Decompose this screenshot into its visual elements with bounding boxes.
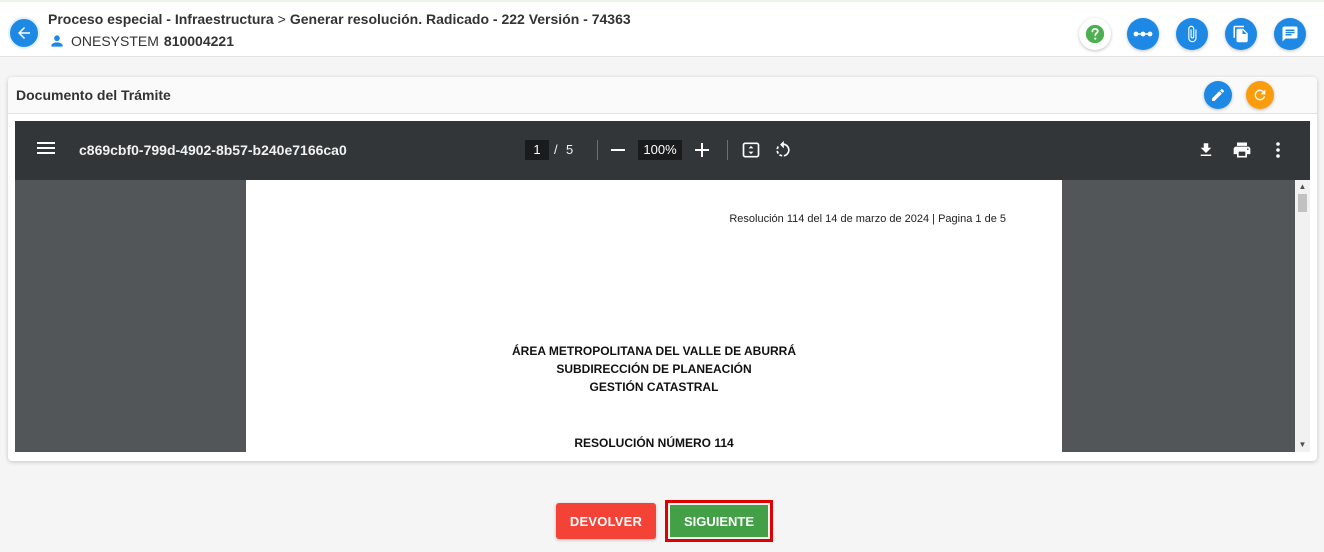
edit-button[interactable]: [1204, 81, 1232, 109]
paperclip-icon: [1183, 25, 1201, 43]
rotate-icon: [773, 140, 793, 160]
more-options-button[interactable]: [1127, 18, 1159, 50]
scroll-thumb[interactable]: [1298, 194, 1307, 212]
breadcrumb-separator: >: [277, 11, 286, 27]
toolbar-divider: [727, 140, 728, 160]
download-button[interactable]: [1195, 139, 1217, 161]
copy-icon: [1232, 25, 1250, 43]
org-line-3: GESTIÓN CATASTRAL: [589, 380, 719, 394]
help-button[interactable]: [1079, 18, 1111, 50]
pdf-toolbar: c869cbf0-799d-4902-8b57-b240e7166ca0 1 /…: [15, 121, 1310, 180]
pdf-page: Resolución 114 del 14 de marzo de 2024 |…: [246, 180, 1062, 452]
toolbar-divider: [597, 140, 598, 160]
more-horizontal-icon: [1132, 29, 1154, 39]
rotate-button[interactable]: [772, 139, 794, 161]
print-button[interactable]: [1231, 139, 1253, 161]
more-vertical-icon: [1275, 141, 1281, 159]
copy-button[interactable]: [1225, 18, 1257, 50]
comment-icon: [1281, 25, 1299, 43]
arrow-left-icon: [15, 24, 33, 42]
breadcrumb: Proceso especial - Infraestructura > Gener…: [48, 11, 631, 27]
panel-header: Documento del Trámite: [8, 77, 1317, 114]
more-actions-button[interactable]: [1267, 139, 1289, 161]
breadcrumb-task: Generar resolución. Radicado - 222 Versi…: [289, 11, 631, 27]
devolver-button[interactable]: DEVOLVER: [556, 503, 656, 539]
user-name: ONESYSTEM: [71, 33, 159, 49]
page-header: Proceso especial - Infraestructura > Gener…: [0, 0, 1324, 57]
pdf-filename: c869cbf0-799d-4902-8b57-b240e7166ca0: [79, 142, 347, 158]
total-pages: 5: [566, 142, 574, 157]
pdf-viewer: c869cbf0-799d-4902-8b57-b240e7166ca0 1 /…: [15, 121, 1310, 452]
fit-page-button[interactable]: [740, 139, 762, 161]
person-icon: [50, 34, 64, 48]
question-icon: [1084, 23, 1106, 45]
page-separator: /: [554, 142, 558, 157]
refresh-icon: [1252, 87, 1268, 103]
org-line-1: ÁREA METROPOLITANA DEL VALLE DE ABURRÁ: [512, 344, 796, 358]
hamburger-icon: [37, 140, 55, 156]
print-icon: [1232, 140, 1252, 160]
fit-page-icon: [741, 140, 761, 160]
menu-button[interactable]: [37, 140, 55, 156]
resolution-title: RESOLUCIÓN NÚMERO 114: [574, 436, 734, 450]
panel-title: Documento del Trámite: [16, 87, 171, 103]
viewer-scrollbar[interactable]: ▲ ▼: [1295, 180, 1310, 452]
refresh-button[interactable]: [1246, 81, 1274, 109]
plus-icon: [695, 143, 709, 157]
zoom-out-button[interactable]: [607, 139, 629, 161]
org-line-2: SUBDIRECCIÓN DE PLANEACIÓN: [556, 362, 752, 376]
scroll-down-arrow[interactable]: ▼: [1295, 439, 1310, 451]
user-info: ONESYSTEM 810004221: [50, 33, 234, 49]
user-id: 810004221: [163, 33, 234, 49]
zoom-input[interactable]: 100%: [638, 140, 682, 160]
zoom-in-button[interactable]: [691, 139, 713, 161]
back-button[interactable]: [8, 17, 40, 49]
pencil-icon: [1210, 87, 1226, 103]
minus-icon: [611, 143, 625, 157]
document-header-line: Resolución 114 del 14 de marzo de 2024 |…: [729, 213, 1006, 225]
document-panel: Documento del Trámite c869cbf0-799d-4902…: [8, 77, 1317, 461]
breadcrumb-process: Proceso especial - Infraestructura: [48, 11, 274, 27]
page-number-input[interactable]: 1: [525, 140, 549, 160]
siguiente-button[interactable]: SIGUIENTE: [670, 505, 768, 537]
scroll-up-arrow[interactable]: ▲: [1295, 181, 1310, 193]
attach-button[interactable]: [1176, 18, 1208, 50]
download-icon: [1197, 141, 1215, 159]
siguiente-highlight: SIGUIENTE: [665, 500, 773, 542]
comments-button[interactable]: [1274, 18, 1306, 50]
